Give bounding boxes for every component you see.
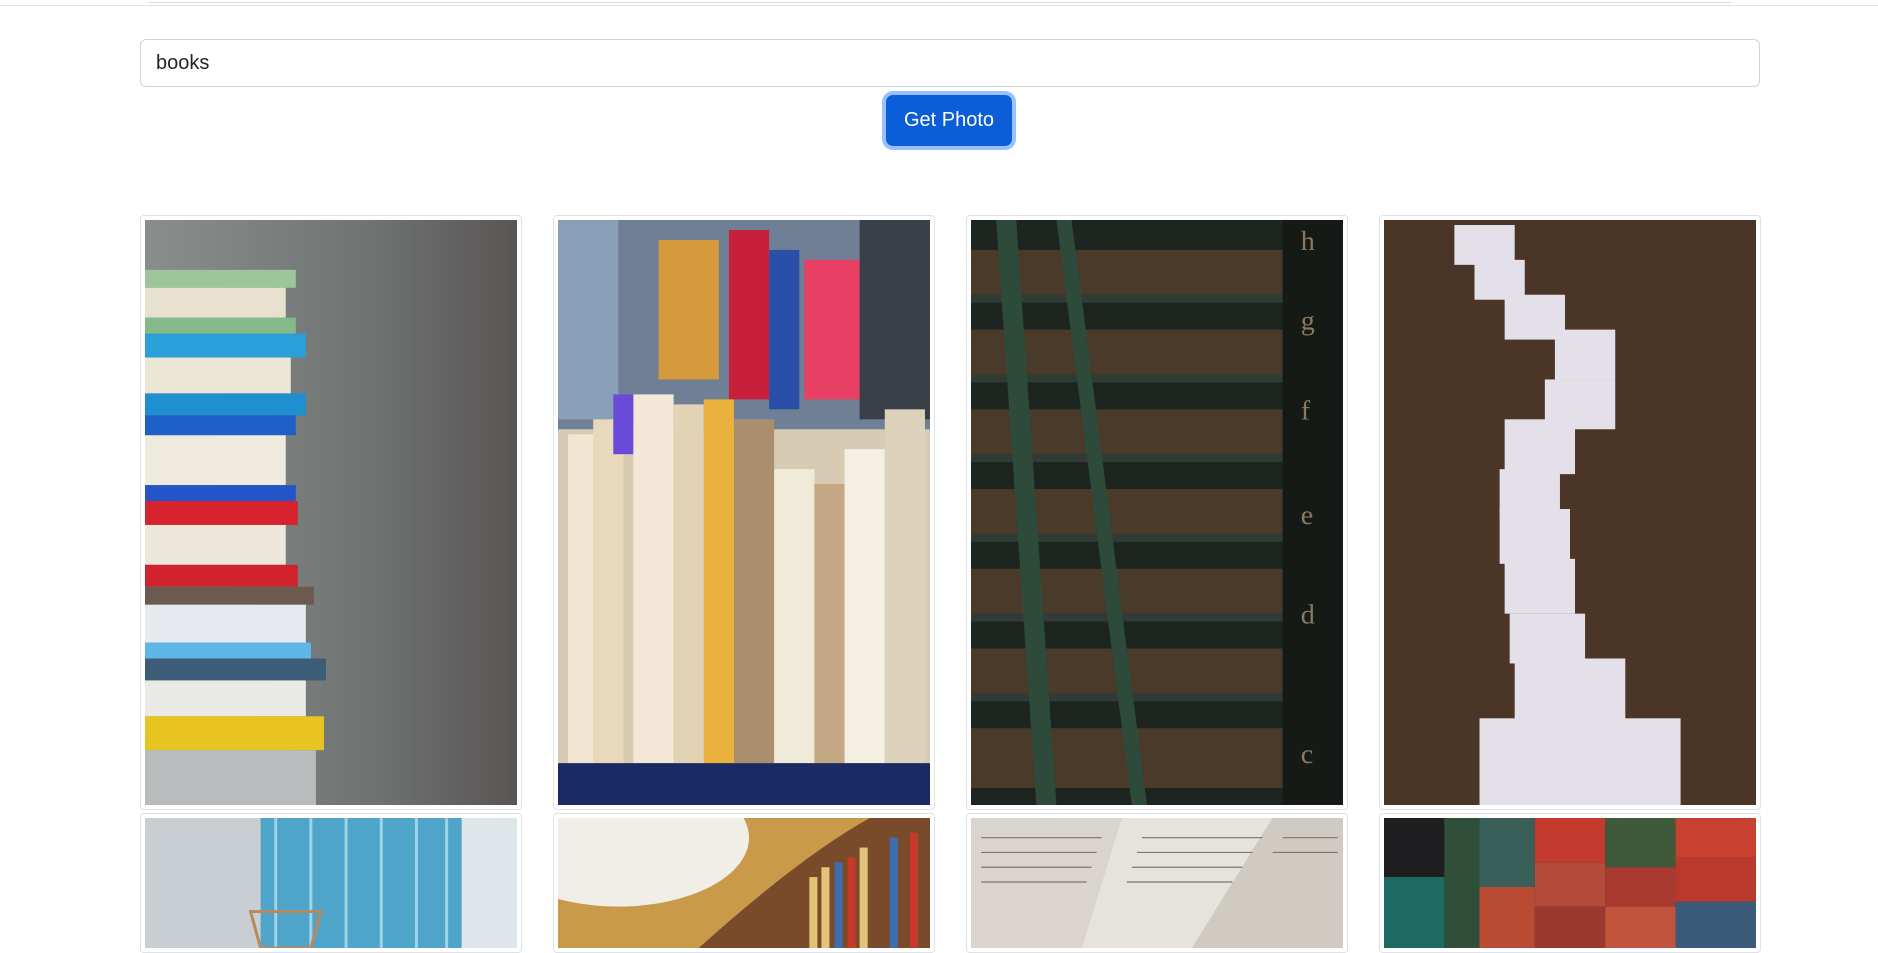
photo-curtain-lamp[interactable]: [145, 818, 517, 948]
photo-open-pages[interactable]: [971, 818, 1343, 948]
top-bar: [0, 0, 1878, 6]
photo-card[interactable]: [1379, 215, 1761, 810]
svg-text:c: c: [1301, 739, 1313, 770]
photo-card[interactable]: [1379, 813, 1761, 953]
photo-book-stack[interactable]: [145, 220, 517, 805]
photo-card[interactable]: [966, 813, 1348, 953]
svg-text:e: e: [1301, 500, 1313, 531]
photo-book-row[interactable]: [558, 220, 930, 805]
photo-old-books[interactable]: [1384, 818, 1756, 948]
photo-card[interactable]: [553, 813, 935, 953]
svg-text:d: d: [1301, 600, 1315, 631]
get-photo-button[interactable]: Get Photo: [886, 95, 1012, 146]
photo-card[interactable]: [553, 215, 935, 810]
photo-card[interactable]: [140, 215, 522, 810]
photo-library-ladder[interactable]: h g f e d c: [971, 220, 1343, 805]
svg-text:h: h: [1301, 226, 1315, 257]
search-input[interactable]: [140, 39, 1760, 87]
photo-card[interactable]: [140, 813, 522, 953]
svg-text:g: g: [1301, 306, 1315, 337]
photo-card[interactable]: h g f e d c: [966, 215, 1348, 810]
svg-text:f: f: [1301, 395, 1311, 426]
top-bar-inner: [148, 0, 1732, 3]
photo-book-trail[interactable]: [1384, 220, 1756, 805]
photo-round-library[interactable]: [558, 818, 930, 948]
